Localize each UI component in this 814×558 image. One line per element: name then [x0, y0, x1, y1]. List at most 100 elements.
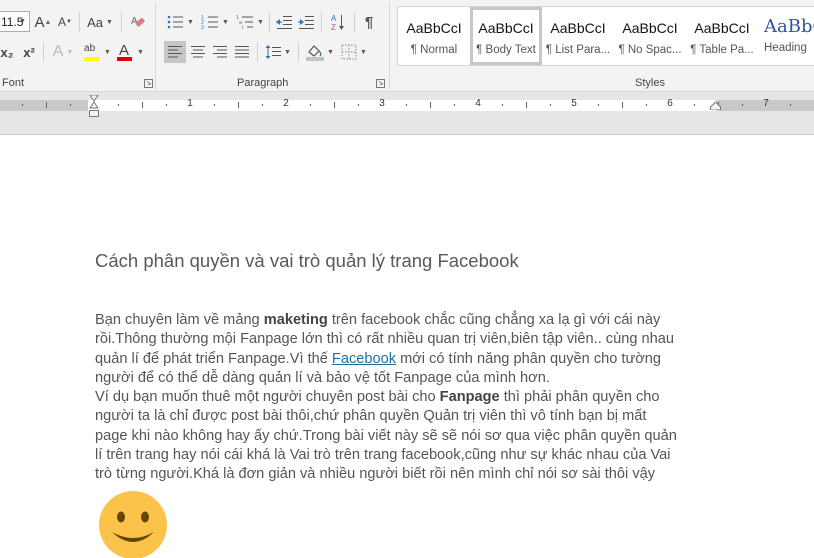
document-page[interactable]: Cách phân quyền và vai trò quản lý trang…: [0, 136, 814, 558]
align-left-icon: [168, 46, 182, 58]
change-case-button[interactable]: Aa ▼: [85, 11, 115, 33]
text-run: Ví dụ bạn muốn thuê một người chuyên pos…: [95, 389, 440, 406]
grow-font-button[interactable]: A ▲: [34, 11, 52, 33]
ruler-number: 1: [187, 98, 193, 109]
paragraph-group-label: Paragraph: [237, 77, 289, 89]
ruler-tick: [46, 102, 47, 108]
smiley-face-icon[interactable]: [98, 490, 168, 558]
bold-text: Fanpage: [439, 389, 500, 406]
ruler-number: 3: [379, 98, 385, 109]
shading-button[interactable]: ▼: [304, 41, 336, 63]
text-effects-button[interactable]: A ▼: [50, 41, 76, 63]
multilevel-list-icon: 1ai: [236, 15, 254, 30]
ruler-number: 2: [283, 98, 289, 109]
text-effects-icon: A: [52, 43, 64, 60]
group-separator: [155, 2, 156, 90]
ruler-tick: [262, 104, 263, 106]
clear-formatting-button[interactable]: A: [128, 11, 148, 33]
left-indent-marker[interactable]: [89, 110, 99, 117]
ruler-tick: [694, 104, 695, 106]
increase-indent-icon: [298, 16, 314, 29]
bold-text: maketing: [263, 312, 328, 328]
body-line: page khi nào không hay ấy chứ.Trong bài …: [95, 427, 677, 444]
font-group-label: Font: [2, 77, 25, 89]
align-right-icon: [213, 46, 227, 58]
highlight-color-swatch: [84, 57, 100, 61]
first-line-indent-marker[interactable]: [89, 95, 99, 109]
style-preview: AaBbC: [764, 16, 814, 37]
paragraph-dialog-launcher[interactable]: ↘: [376, 79, 385, 88]
sort-az-icon: A Z: [331, 14, 344, 31]
chevron-down-icon: ▼: [66, 48, 74, 56]
style-table-paragraph[interactable]: AaBbCcI ¶ Table Pa...: [686, 7, 758, 65]
style-name: ¶ Table Pa...: [690, 44, 754, 56]
style-heading[interactable]: AaBbC Heading: [758, 7, 814, 65]
separator: [298, 42, 299, 62]
highlight-color-button[interactable]: ab ▼: [82, 41, 112, 63]
font-dialog-launcher[interactable]: ↘: [144, 79, 153, 88]
numbered-list-icon: 123: [201, 15, 219, 30]
shrink-font-icon: A: [58, 15, 67, 29]
numbering-button[interactable]: 123 ▼: [199, 11, 231, 33]
align-left-button[interactable]: [164, 41, 186, 63]
style-name: Heading: [764, 42, 807, 54]
show-formatting-marks-button[interactable]: ¶: [360, 11, 378, 33]
subscript-button[interactable]: x₂: [0, 41, 16, 63]
sort-button[interactable]: A Z: [327, 11, 349, 33]
right-indent-marker[interactable]: [710, 102, 721, 110]
separator: [121, 12, 122, 32]
ruler-tick: [166, 104, 167, 106]
borders-icon: [341, 44, 357, 60]
font-size-combobox[interactable]: 11.5 ▼: [0, 11, 30, 32]
multilevel-list-button[interactable]: 1ai ▼: [234, 11, 266, 33]
decrease-indent-button[interactable]: [274, 11, 294, 33]
chevron-down-icon: ▼: [105, 18, 113, 26]
horizontal-ruler[interactable]: 1 2 3 4 5 6 7: [0, 98, 814, 111]
document-body[interactable]: Bạn chuyên làm về mảng maketing trên fac…: [95, 311, 720, 485]
bullets-button[interactable]: ▼: [164, 11, 196, 33]
align-right-button[interactable]: [209, 41, 231, 63]
style-no-spacing[interactable]: AaBbCcI ¶ No Spac...: [614, 7, 686, 65]
ruler-tick: [214, 104, 215, 106]
body-line: lí trên trang hay nói cái khá là Vai trò…: [95, 447, 671, 464]
line-spacing-button[interactable]: ▼: [262, 41, 294, 63]
left-margin-area: [0, 100, 88, 111]
group-separator: [389, 2, 390, 90]
style-body-text[interactable]: AaBbCcI ¶ Body Text: [470, 7, 542, 65]
separator: [257, 42, 258, 62]
ruler-number: 5: [571, 98, 577, 109]
styles-group-label: Styles: [635, 77, 665, 89]
style-name: ¶ List Para...: [545, 44, 611, 56]
ruler-tick: [790, 104, 791, 106]
svg-text:i: i: [242, 25, 243, 30]
body-line: Bạn chuyên làm về mảng maketing trên fac…: [95, 311, 720, 330]
bullet-list-icon: [167, 15, 184, 29]
justify-button[interactable]: [231, 41, 253, 63]
style-preview: AaBbCcI: [406, 20, 462, 36]
styles-gallery: AaBbCcI ¶ Normal AaBbCcI ¶ Body Text AaB…: [397, 6, 814, 66]
chevron-down-icon[interactable]: ▼: [19, 18, 26, 25]
ruler-number: 4: [475, 98, 481, 109]
text-run: thì phải phân quyền cho: [499, 389, 660, 406]
body-line: Ví dụ bạn muốn thuê một người chuyên pos…: [95, 388, 720, 407]
text-run: mới có tính năng phân quyền cho tường: [396, 350, 662, 367]
increase-indent-button[interactable]: [296, 11, 316, 33]
ruler-tick: [70, 104, 71, 106]
decrease-indent-icon: [276, 16, 292, 29]
style-list-paragraph[interactable]: AaBbCcI ¶ List Para...: [542, 7, 614, 65]
borders-button[interactable]: ▼: [338, 41, 370, 63]
body-line: quản lí để phát triển Fanpage.Vì thế Fac…: [95, 350, 720, 369]
style-normal[interactable]: AaBbCcI ¶ Normal: [398, 7, 470, 65]
style-preview: AaBbCcI: [622, 20, 678, 36]
separator: [269, 12, 270, 32]
body-line: người để có thể dễ dàng quản lí và bảo v…: [95, 369, 550, 386]
ruler-tick: [526, 102, 527, 108]
chevron-down-icon: ▼: [222, 18, 229, 26]
superscript-button[interactable]: x²: [20, 41, 38, 63]
line-spacing-icon: [265, 45, 282, 59]
ruler-tick: [334, 102, 335, 108]
align-center-button[interactable]: [187, 41, 209, 63]
font-color-button[interactable]: A ▼: [115, 41, 145, 63]
shrink-font-button[interactable]: A ▼: [56, 11, 74, 33]
facebook-link[interactable]: Facebook: [332, 351, 396, 367]
